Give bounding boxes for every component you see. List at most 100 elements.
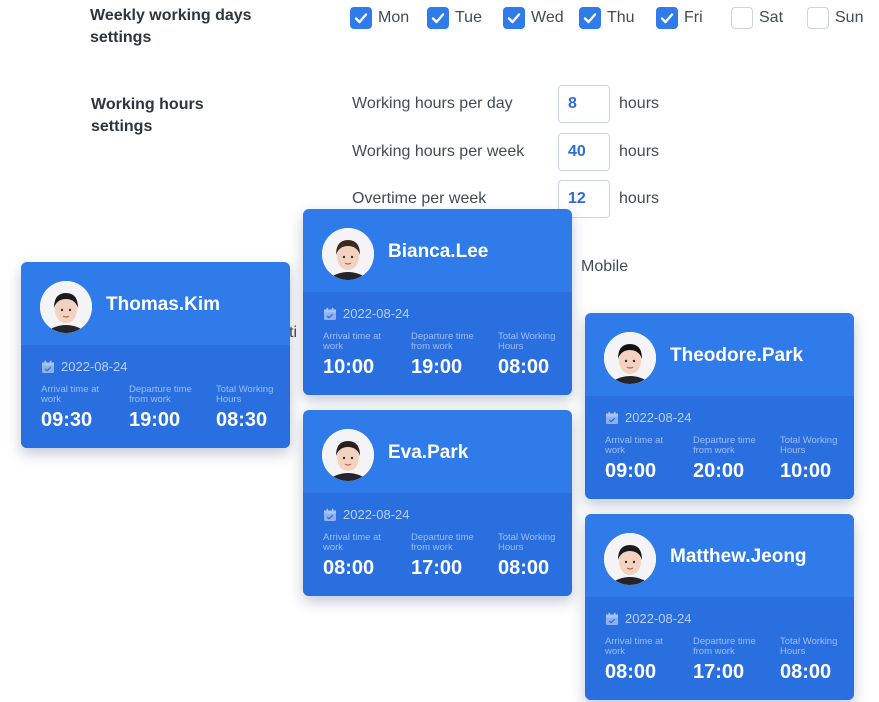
calendar-icon xyxy=(42,360,54,373)
day-option-thu[interactable]: Thu xyxy=(579,6,635,30)
day-option-sun[interactable]: Sun xyxy=(807,6,863,30)
arrival-column: Arrival time at work 08:00 xyxy=(605,637,685,684)
employee-name: Theodore.Park xyxy=(670,345,804,366)
arrival-column: Arrival time at work 08:00 xyxy=(323,533,403,580)
arrival-column: Arrival time at work 09:30 xyxy=(41,385,121,432)
card-header: Matthew.Jeong xyxy=(585,514,854,597)
hours-per-week-unit: hours xyxy=(619,143,660,160)
calendar-icon xyxy=(606,411,618,424)
total-hours: 08:00 xyxy=(780,661,832,683)
card-date: 2022-08-24 xyxy=(41,359,128,374)
checkbox-unchecked[interactable] xyxy=(807,7,829,29)
overtime-per-week-label: Overtime per week xyxy=(352,190,487,207)
card-date: 2022-08-24 xyxy=(323,507,410,522)
arrival-label: Arrival time at work xyxy=(323,331,382,352)
arrival-time: 08:00 xyxy=(323,557,375,579)
card-body: 2022-08-24 Arrival time at work 08:00 Depar… xyxy=(303,493,572,596)
person-photo-icon xyxy=(604,332,656,384)
checkbox-unchecked[interactable] xyxy=(731,7,753,29)
hours-per-week-input[interactable]: 40 xyxy=(558,133,610,171)
avatar xyxy=(322,228,374,280)
total-column: Total Working Hours 08:00 xyxy=(780,637,854,684)
mobile-option-label: Mobile xyxy=(581,258,629,275)
attendance-card[interactable]: Eva.Park 2022-08-24 Arrival time at work 08… xyxy=(303,410,572,596)
departure-column: Departure time from work 20:00 xyxy=(693,436,773,483)
working-hours-label: Working hours settings xyxy=(91,96,204,135)
attendance-card[interactable]: Thomas.Kim 2022-08-24 Arrival time at work… xyxy=(21,262,290,448)
checkbox-checked[interactable] xyxy=(350,7,372,29)
departure-column: Departure time from work 17:00 xyxy=(693,637,773,684)
attendance-card[interactable]: Theodore.Park 2022-08-24 Arrival time at w… xyxy=(585,313,854,499)
departure-column: Departure time from work 17:00 xyxy=(411,533,491,580)
departure-time: 17:00 xyxy=(693,661,745,683)
arrival-time: 08:00 xyxy=(605,661,657,683)
calendar-icon xyxy=(324,307,336,320)
card-body: 2022-08-24 Arrival time at work 10:00 Depar… xyxy=(303,292,572,395)
date-text: 2022-08-24 xyxy=(343,507,410,522)
arrival-time: 09:00 xyxy=(605,460,657,482)
calendar-icon xyxy=(606,612,618,625)
departure-column: Departure time from work 19:00 xyxy=(129,385,209,432)
departure-label: Departure time from work xyxy=(693,636,756,657)
avatar xyxy=(40,281,92,333)
day-option-mon[interactable]: Mon xyxy=(350,6,409,30)
card-header: Eva.Park xyxy=(303,410,572,493)
total-column: Total Working Hours 08:30 xyxy=(216,385,290,432)
arrival-label: Arrival time at work xyxy=(41,384,100,405)
card-body: 2022-08-24 Arrival time at work 08:00 Depar… xyxy=(585,597,854,700)
arrival-label: Arrival time at work xyxy=(605,636,664,657)
arrival-column: Arrival time at work 09:00 xyxy=(605,436,685,483)
departure-label: Departure time from work xyxy=(693,435,756,456)
total-hours: 08:00 xyxy=(498,356,550,378)
day-label: Mon xyxy=(378,9,410,26)
total-label: Total Working Hours xyxy=(780,435,838,456)
partial-hidden-text: ti xyxy=(289,324,297,341)
card-date: 2022-08-24 xyxy=(605,410,692,425)
day-label: Thu xyxy=(607,9,635,26)
departure-label: Departure time from work xyxy=(129,384,192,405)
departure-time: 19:00 xyxy=(129,409,181,431)
departure-label: Departure time from work xyxy=(411,331,474,352)
card-header: Thomas.Kim xyxy=(21,262,290,345)
departure-column: Departure time from work 19:00 xyxy=(411,332,491,379)
person-photo-icon xyxy=(322,429,374,481)
day-option-wed[interactable]: Wed xyxy=(503,6,564,30)
person-photo-icon xyxy=(40,281,92,333)
attendance-card[interactable]: Bianca.Lee 2022-08-24 Arrival time at work… xyxy=(303,209,572,395)
person-photo-icon xyxy=(604,533,656,585)
day-option-tue[interactable]: Tue xyxy=(427,6,482,30)
total-label: Total Working Hours xyxy=(498,532,556,553)
employee-name: Eva.Park xyxy=(388,442,469,463)
checkmark-icon xyxy=(431,13,445,24)
checkbox-checked[interactable] xyxy=(579,7,601,29)
card-body: 2022-08-24 Arrival time at work 09:30 Depar… xyxy=(21,345,290,448)
employee-name: Thomas.Kim xyxy=(106,294,221,315)
avatar xyxy=(322,429,374,481)
total-column: Total Working Hours 08:00 xyxy=(498,332,572,379)
calendar-icon xyxy=(324,508,336,521)
departure-time: 17:00 xyxy=(411,557,463,579)
attendance-card[interactable]: Matthew.Jeong 2022-08-24 Arrival time at w… xyxy=(585,514,854,700)
checkbox-checked[interactable] xyxy=(503,7,525,29)
total-hours: 10:00 xyxy=(780,460,832,482)
departure-label: Departure time from work xyxy=(411,532,474,553)
avatar xyxy=(604,533,656,585)
checkmark-icon xyxy=(507,13,521,24)
checkbox-checked[interactable] xyxy=(427,7,449,29)
total-label: Total Working Hours xyxy=(780,636,838,657)
arrival-label: Arrival time at work xyxy=(323,532,382,553)
person-photo-icon xyxy=(322,228,374,280)
arrival-label: Arrival time at work xyxy=(605,435,664,456)
day-option-sat[interactable]: Sat xyxy=(731,6,783,30)
arrival-time: 09:30 xyxy=(41,409,93,431)
day-label: Sat xyxy=(759,9,784,26)
card-body: 2022-08-24 Arrival time at work 09:00 Depar… xyxy=(585,396,854,499)
day-option-fri[interactable]: Fri xyxy=(656,6,703,30)
date-text: 2022-08-24 xyxy=(61,359,128,374)
date-text: 2022-08-24 xyxy=(625,611,692,626)
hours-per-day-unit: hours xyxy=(619,95,660,112)
employee-name: Matthew.Jeong xyxy=(670,546,807,567)
checkbox-checked[interactable] xyxy=(656,7,678,29)
hours-per-day-input[interactable]: 8 xyxy=(558,85,610,123)
card-header: Theodore.Park xyxy=(585,313,854,396)
